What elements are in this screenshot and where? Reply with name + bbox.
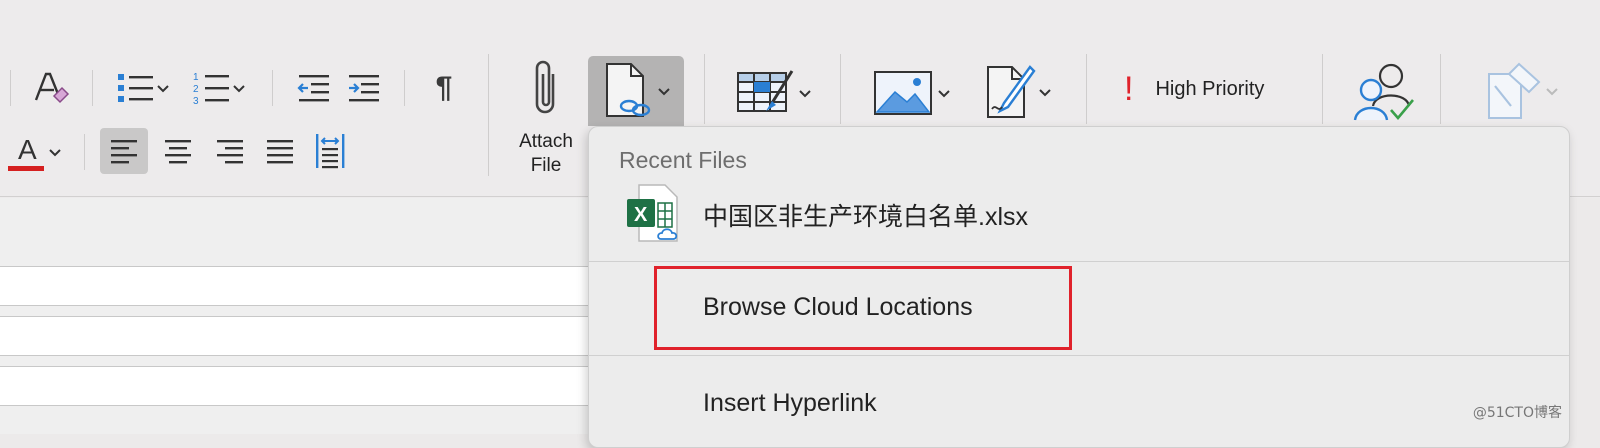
numbered-list-digit-2: 2 bbox=[193, 84, 199, 95]
separator bbox=[272, 70, 273, 106]
chevron-down-icon bbox=[658, 88, 670, 96]
numbered-list-digit-3: 3 bbox=[193, 96, 199, 106]
font-color-button[interactable]: A bbox=[0, 130, 70, 174]
justify-button[interactable] bbox=[256, 128, 304, 174]
align-right-button[interactable] bbox=[206, 128, 254, 174]
chevron-down-icon bbox=[1546, 88, 1558, 96]
align-center-button[interactable] bbox=[154, 128, 202, 174]
watermark: @51CTO博客 bbox=[1472, 405, 1562, 421]
high-priority-label: High Priority bbox=[1155, 77, 1265, 100]
separator bbox=[704, 54, 705, 124]
clear-formatting-icon bbox=[34, 72, 70, 104]
document-link-icon bbox=[606, 63, 651, 117]
separator bbox=[10, 70, 11, 106]
menu-separator bbox=[589, 355, 1569, 356]
check-names-button[interactable] bbox=[1344, 58, 1424, 124]
chevron-down-icon bbox=[157, 85, 169, 93]
separator bbox=[1322, 54, 1323, 124]
decrease-indent-icon bbox=[297, 75, 329, 102]
align-left-icon bbox=[111, 140, 137, 164]
separator bbox=[488, 54, 489, 176]
attach-item-dropdown-button[interactable] bbox=[588, 56, 684, 126]
bulleted-list-icon bbox=[118, 74, 153, 102]
high-priority-button[interactable]: ! High Priority bbox=[1110, 64, 1310, 114]
chevron-down-icon bbox=[938, 90, 950, 98]
paperclip-icon bbox=[535, 60, 555, 114]
recent-file-item[interactable]: X 中国区非生产环境白名单.xlsx bbox=[607, 179, 1547, 249]
insert-picture-button[interactable] bbox=[862, 62, 962, 124]
increase-indent-icon bbox=[349, 75, 379, 102]
separator bbox=[840, 54, 841, 124]
excel-cloud-file-icon: X bbox=[625, 183, 687, 247]
signature-button[interactable] bbox=[972, 60, 1062, 124]
office-addins-button[interactable] bbox=[1470, 58, 1570, 124]
bullets-button[interactable] bbox=[110, 66, 176, 110]
numbered-list-icon: 1 2 3 bbox=[193, 72, 229, 106]
exclamation-icon: ! bbox=[1124, 69, 1134, 108]
numbered-list-digit-1: 1 bbox=[193, 72, 199, 83]
align-left-button[interactable] bbox=[100, 128, 148, 174]
justify-icon bbox=[267, 140, 293, 164]
clear-formatting-button[interactable] bbox=[28, 66, 72, 110]
increase-indent-button[interactable] bbox=[342, 66, 386, 110]
line-spacing-button[interactable] bbox=[306, 128, 354, 174]
separator bbox=[1440, 54, 1441, 124]
chevron-down-icon bbox=[233, 85, 245, 93]
picture-icon bbox=[874, 71, 932, 115]
font-color-letter: A bbox=[18, 134, 37, 165]
separator bbox=[84, 134, 85, 170]
to-field[interactable] bbox=[0, 266, 600, 306]
excel-badge-letter: X bbox=[634, 204, 648, 226]
numbering-button[interactable]: 1 2 3 bbox=[186, 66, 252, 110]
insert-hyperlink-label: Insert Hyperlink bbox=[703, 389, 877, 417]
pilcrow-icon: ¶ bbox=[435, 71, 453, 104]
show-formatting-button[interactable]: ¶ bbox=[422, 66, 466, 110]
menu-separator bbox=[589, 261, 1569, 262]
document-pen-icon bbox=[987, 65, 1036, 118]
line-spacing-icon bbox=[316, 134, 345, 169]
attach-file-button[interactable]: Attach File bbox=[502, 58, 590, 182]
align-right-icon bbox=[217, 140, 243, 164]
people-check-icon bbox=[1353, 63, 1414, 121]
store-addin-icon bbox=[1488, 62, 1541, 119]
decrease-indent-button[interactable] bbox=[292, 66, 336, 110]
font-color-swatch bbox=[8, 166, 44, 171]
subject-field[interactable] bbox=[0, 366, 600, 406]
attach-file-label-line1: Attach bbox=[519, 131, 573, 152]
separator bbox=[92, 70, 93, 106]
table-brush-icon bbox=[737, 70, 794, 112]
separator bbox=[1086, 54, 1087, 124]
insert-table-button[interactable] bbox=[724, 62, 824, 124]
insert-hyperlink-item[interactable]: Insert Hyperlink bbox=[589, 367, 1569, 437]
font-color-icon: A bbox=[8, 132, 48, 172]
recent-file-name: 中国区非生产环境白名单.xlsx bbox=[703, 203, 1029, 231]
attach-file-label-line2: File bbox=[530, 155, 562, 176]
cc-field[interactable] bbox=[0, 316, 600, 356]
highlight-box bbox=[654, 266, 1072, 350]
chevron-down-icon bbox=[799, 90, 811, 98]
chevron-down-icon bbox=[49, 149, 61, 157]
separator bbox=[404, 70, 405, 106]
recent-files-header: Recent Files bbox=[619, 147, 747, 173]
align-center-icon bbox=[165, 140, 191, 164]
chevron-down-icon bbox=[1039, 89, 1051, 97]
